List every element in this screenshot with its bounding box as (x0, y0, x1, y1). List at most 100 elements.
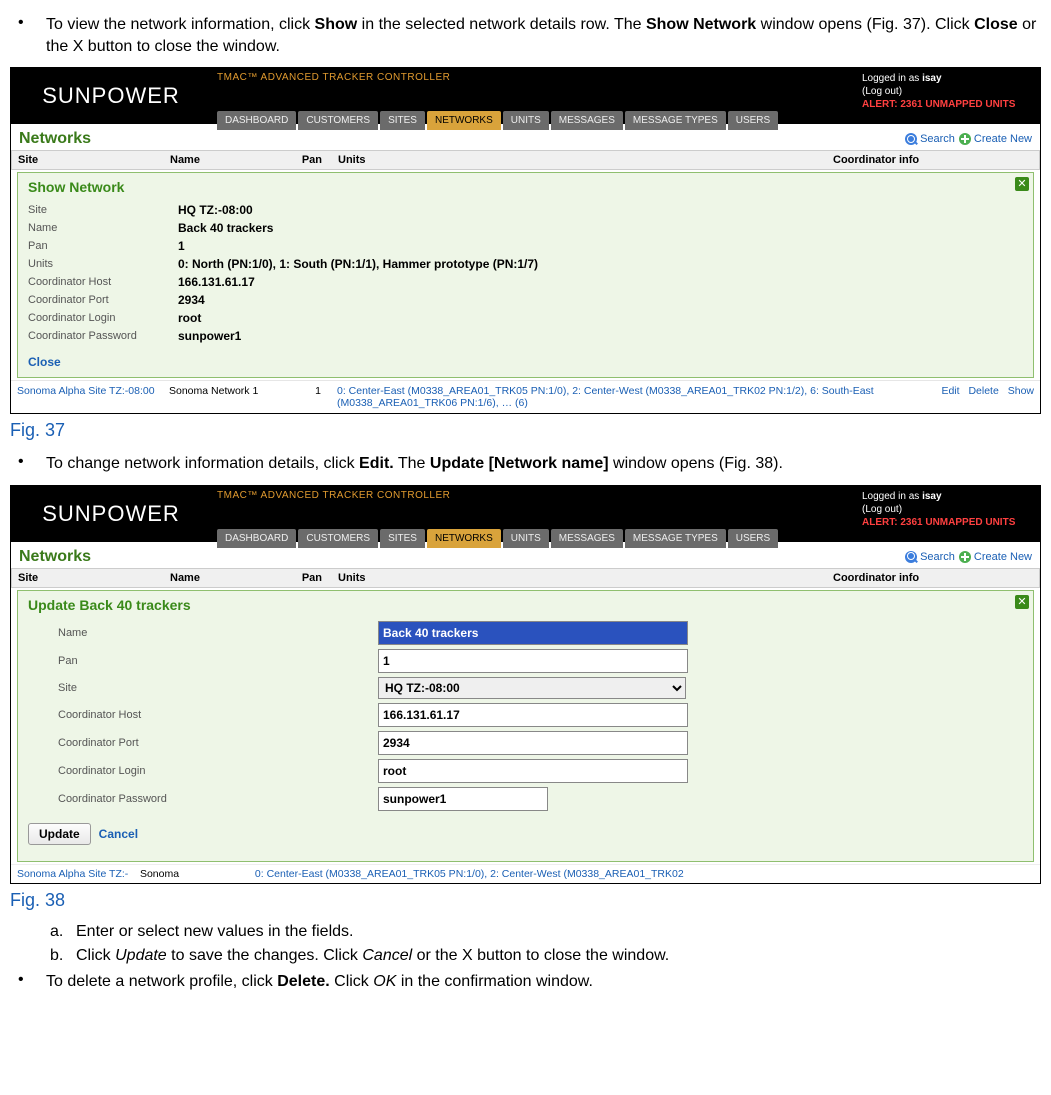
search-link[interactable]: Search (905, 133, 955, 145)
label-name: Name (28, 627, 378, 639)
value-site: HQ TZ:-08:00 (178, 203, 253, 217)
column-headers: Site Name Pan Units Coordinator info (11, 568, 1040, 588)
update-button[interactable]: Update (28, 823, 91, 845)
cancel-link[interactable]: Cancel (99, 827, 138, 841)
step-text: Enter or select new values in the fields… (76, 923, 353, 941)
tab-users[interactable]: USERS (728, 111, 778, 130)
tab-users[interactable]: USERS (728, 529, 778, 548)
col-coord[interactable]: Coordinator info (827, 569, 1039, 587)
label-site: Site (28, 204, 178, 216)
label-login: Coordinator Login (28, 312, 178, 324)
step-letter: a. (50, 923, 76, 941)
value-host: 166.131.61.17 (178, 275, 255, 289)
step-letter: b. (50, 947, 76, 965)
alert-banner: ALERT: 2361 UNMAPPED UNITS (862, 98, 1032, 111)
tab-dashboard[interactable]: DASHBOARD (217, 529, 296, 548)
delete-link[interactable]: Delete (968, 385, 998, 397)
cell-units[interactable]: 0: Center-East (M0338_AREA01_TRK05 PN:1/… (327, 381, 908, 413)
brand-line: TMAC™ ADVANCED TRACKER CONTROLLER (211, 68, 450, 88)
step-text: Click Update to save the changes. Click … (76, 947, 669, 965)
screenshot-update-network: SUNPOWER TMAC™ ADVANCED TRACKER CONTROLL… (10, 485, 1041, 884)
search-link[interactable]: Search (905, 551, 955, 563)
logo: SUNPOWER (11, 486, 211, 542)
show-link[interactable]: Show (1008, 385, 1034, 397)
login-field[interactable] (378, 759, 688, 783)
col-site[interactable]: Site (12, 569, 164, 587)
tab-dashboard[interactable]: DASHBOARD (217, 111, 296, 130)
column-headers: Site Name Pan Units Coordinator info (11, 150, 1040, 170)
close-link[interactable]: Close (28, 355, 61, 369)
col-coord[interactable]: Coordinator info (827, 151, 1039, 169)
create-new-link[interactable]: Create New (959, 551, 1032, 563)
cell-site[interactable]: Sonoma Alpha Site TZ:-08:00 (11, 381, 163, 413)
col-name[interactable]: Name (164, 569, 276, 587)
tab-customers[interactable]: CUSTOMERS (298, 111, 378, 130)
panel-title: Show Network (28, 179, 1023, 195)
tab-messages[interactable]: MESSAGES (551, 529, 623, 548)
tab-customers[interactable]: CUSTOMERS (298, 529, 378, 548)
label-pan: Pan (28, 655, 378, 667)
label-password: Coordinator Password (28, 330, 178, 342)
bullet-text: To change network information details, c… (46, 453, 1041, 475)
col-units[interactable]: Units (328, 151, 827, 169)
value-port: 2934 (178, 293, 205, 307)
update-network-panel: ✕ Update Back 40 trackers Name Pan Site … (17, 590, 1034, 862)
tab-messages[interactable]: MESSAGES (551, 111, 623, 130)
tab-units[interactable]: UNITS (503, 529, 549, 548)
tab-message-types[interactable]: MESSAGE TYPES (625, 111, 726, 130)
doc-bullet-view: • To view the network information, click… (10, 14, 1041, 57)
col-units[interactable]: Units (328, 569, 827, 587)
label-site: Site (28, 682, 378, 694)
row-actions: Edit Delete Show (908, 381, 1040, 413)
label-pan: Pan (28, 240, 178, 252)
col-pan[interactable]: Pan (276, 151, 328, 169)
plus-icon (959, 551, 971, 563)
nav-tabs: DASHBOARD CUSTOMERS SITES NETWORKS UNITS… (211, 529, 1040, 548)
tab-networks[interactable]: NETWORKS (427, 111, 501, 130)
value-name: Back 40 trackers (178, 221, 273, 235)
host-field[interactable] (378, 703, 688, 727)
table-row: Sonoma Alpha Site TZ:-08:00 Sonoma Netwo… (11, 380, 1040, 413)
bullet-icon: • (10, 453, 46, 475)
tab-sites[interactable]: SITES (380, 529, 425, 548)
label-password: Coordinator Password (28, 793, 378, 805)
col-name[interactable]: Name (164, 151, 276, 169)
tab-message-types[interactable]: MESSAGE TYPES (625, 529, 726, 548)
close-icon[interactable]: ✕ (1015, 595, 1029, 609)
app-header: SUNPOWER TMAC™ ADVANCED TRACKER CONTROLL… (11, 486, 1040, 542)
close-icon[interactable]: ✕ (1015, 177, 1029, 191)
logout-link[interactable]: (Log out) (862, 503, 1032, 516)
logo: SUNPOWER (11, 68, 211, 124)
bullet-icon: • (10, 971, 46, 993)
password-field[interactable] (378, 787, 548, 811)
col-site[interactable]: Site (12, 151, 164, 169)
tab-sites[interactable]: SITES (380, 111, 425, 130)
show-network-panel: ✕ Show Network SiteHQ TZ:-08:00 NameBack… (17, 172, 1034, 378)
pan-field[interactable] (378, 649, 688, 673)
doc-bullet-edit: • To change network information details,… (10, 453, 1041, 475)
sub-steps: a. Enter or select new values in the fie… (50, 923, 1041, 965)
page-title: Networks (19, 130, 91, 148)
app-header: SUNPOWER TMAC™ ADVANCED TRACKER CONTROLL… (11, 68, 1040, 124)
port-field[interactable] (378, 731, 688, 755)
doc-bullet-delete: • To delete a network profile, click Del… (10, 971, 1041, 993)
value-units: 0: North (PN:1/0), 1: South (PN:1/1), Ha… (178, 257, 538, 271)
label-host: Coordinator Host (28, 709, 378, 721)
screenshot-show-network: SUNPOWER TMAC™ ADVANCED TRACKER CONTROLL… (10, 67, 1041, 414)
col-pan[interactable]: Pan (276, 569, 328, 587)
label-name: Name (28, 222, 178, 234)
figure-38-caption: Fig. 38 (10, 890, 1041, 911)
cell-name: Sonoma Network 1 (163, 381, 275, 413)
tab-networks[interactable]: NETWORKS (427, 529, 501, 548)
site-select[interactable]: HQ TZ:-08:00 (378, 677, 686, 699)
search-icon (905, 551, 917, 563)
alert-banner: ALERT: 2361 UNMAPPED UNITS (862, 516, 1032, 529)
edit-link[interactable]: Edit (941, 385, 959, 397)
label-units: Units (28, 258, 178, 270)
value-login: root (178, 311, 201, 325)
create-new-link[interactable]: Create New (959, 133, 1032, 145)
name-field[interactable] (378, 621, 688, 645)
page-title: Networks (19, 548, 91, 566)
logout-link[interactable]: (Log out) (862, 85, 1032, 98)
tab-units[interactable]: UNITS (503, 111, 549, 130)
